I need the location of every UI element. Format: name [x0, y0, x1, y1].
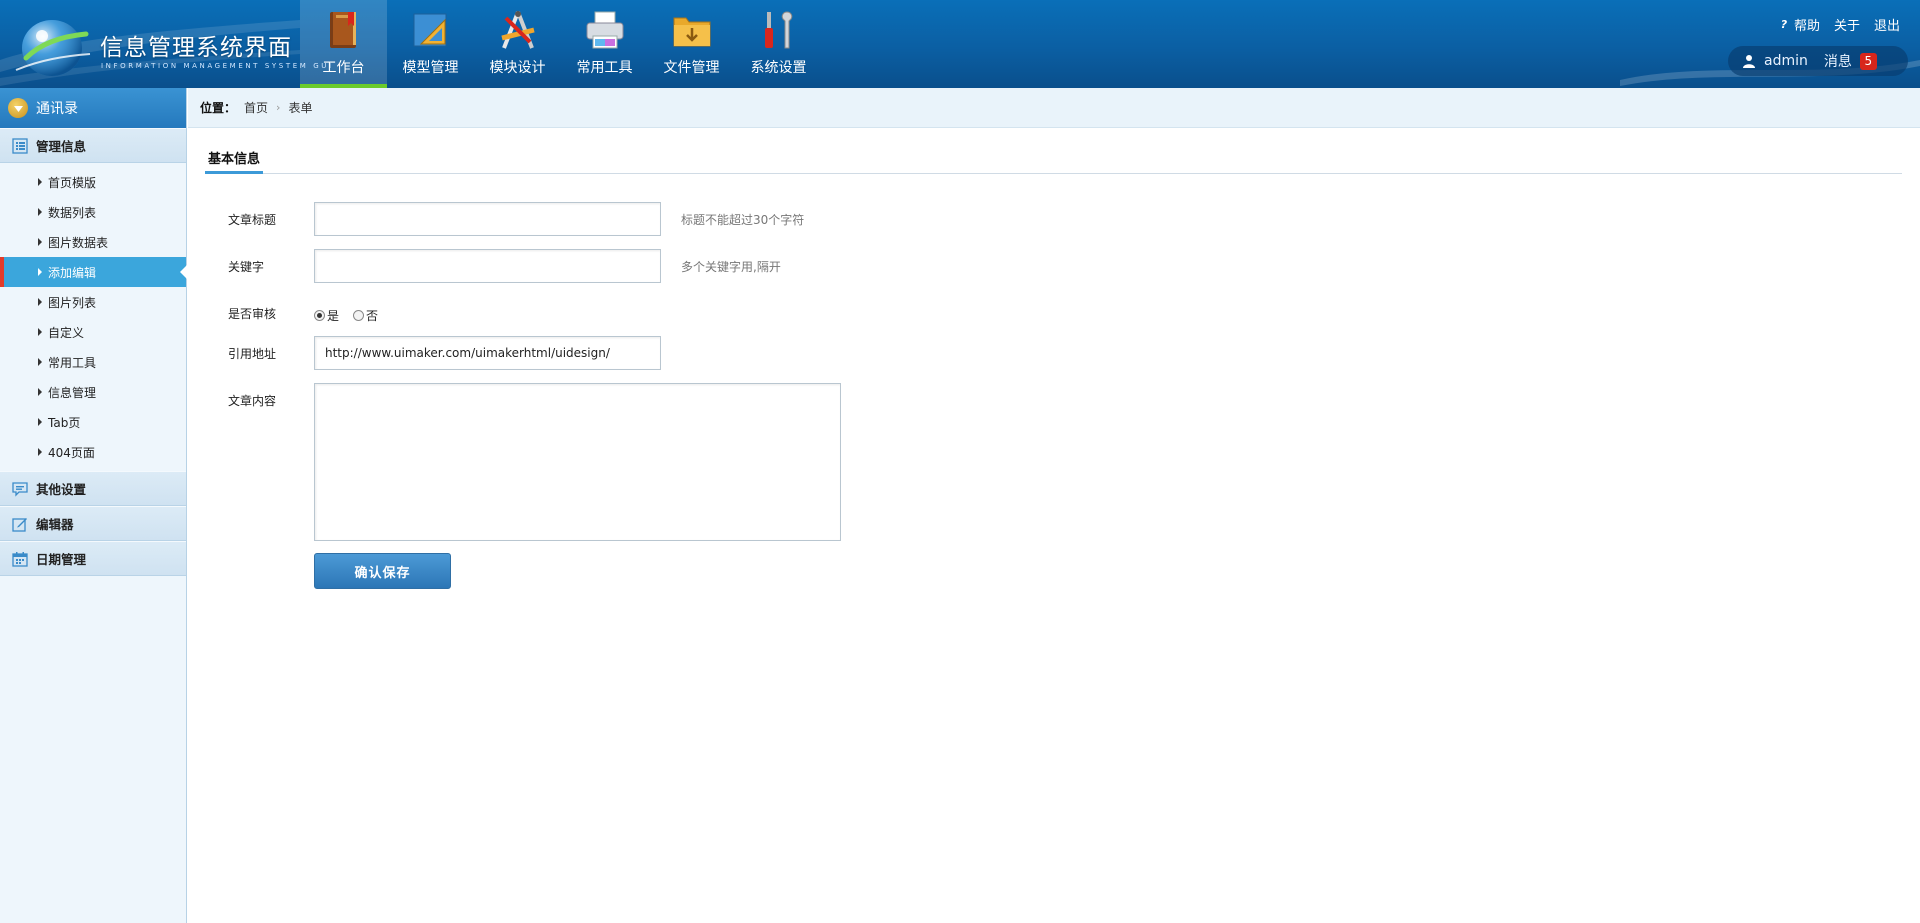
triangle-right-icon — [38, 298, 42, 306]
sidebar-item-common-tools[interactable]: 常用工具 — [0, 347, 186, 377]
title-label: 文章标题 — [228, 213, 277, 227]
tab-basic-info[interactable]: 基本信息 — [205, 138, 264, 174]
app-title: 信息管理系统界面 — [100, 35, 292, 61]
nav-label: 系统设置 — [750, 60, 807, 76]
breadcrumb-separator-icon: › — [276, 101, 281, 114]
user-panel: admin 消息 5 — [1728, 46, 1908, 76]
chat-icon — [12, 481, 28, 497]
app-logo[interactable]: 信息管理系统界面 INFORMATION MANAGEMENT SYSTEM G… — [8, 6, 331, 82]
messages-link[interactable]: 消息 — [1824, 51, 1852, 71]
sidebar-item-home-template[interactable]: 首页模版 — [0, 167, 186, 197]
nav-label: 模型管理 — [402, 60, 459, 76]
keyword-hint: 多个关键字用,隔开 — [681, 260, 781, 274]
calendar-icon — [12, 551, 28, 567]
sidebar-item-info-manage[interactable]: 信息管理 — [0, 377, 186, 407]
sidebar-item-add-edit[interactable]: 添加编辑 — [0, 257, 187, 287]
sidebar-item-custom[interactable]: 自定义 — [0, 317, 186, 347]
user-icon — [1743, 55, 1755, 68]
keyword-label: 关键字 — [228, 260, 265, 274]
triangle-right-icon — [38, 328, 42, 336]
review-yes-label[interactable]: 是 — [327, 307, 339, 324]
printer-icon — [586, 11, 624, 49]
content-label: 文章内容 — [228, 394, 277, 408]
triangle-right-icon — [38, 178, 42, 186]
sidebar-group-label: 编辑器 — [36, 517, 74, 532]
triangle-right-icon — [38, 358, 42, 366]
chevron-down-icon — [8, 98, 28, 118]
nav-common-tools[interactable]: 常用工具 — [561, 0, 648, 88]
list-icon — [12, 137, 28, 154]
review-label: 是否审核 — [228, 307, 277, 321]
sidebar-item-image-data-table[interactable]: 图片数据表 — [0, 227, 186, 257]
book-icon — [330, 12, 356, 48]
url-label: 引用地址 — [228, 347, 277, 361]
panel-tabs: 基本信息 — [205, 138, 1902, 174]
sidebar-item-image-list[interactable]: 图片列表 — [0, 287, 186, 317]
sidebar-group-label: 其他设置 — [36, 482, 87, 497]
drawing-tools-icon — [501, 11, 535, 49]
keyword-input[interactable] — [314, 249, 661, 283]
username[interactable]: admin — [1764, 53, 1808, 69]
triangle-right-icon — [38, 388, 42, 396]
nav-module-design[interactable]: 模块设计 — [474, 0, 561, 88]
sidebar-header[interactable]: 通讯录 — [0, 88, 186, 128]
edit-icon — [12, 517, 27, 532]
message-count-badge[interactable]: 5 — [1859, 52, 1877, 70]
nav-label: 文件管理 — [663, 60, 720, 76]
review-no-radio[interactable] — [353, 310, 365, 321]
top-header: 信息管理系统界面 INFORMATION MANAGEMENT SYSTEM G… — [0, 0, 1920, 88]
content-textarea[interactable] — [314, 383, 841, 541]
sidebar-item-tab-page[interactable]: Tab页 — [0, 407, 186, 437]
nav-label: 常用工具 — [576, 60, 633, 76]
help-icon: ? — [1780, 17, 1788, 31]
review-yes-radio[interactable] — [314, 310, 325, 321]
nav-model-manage[interactable]: 模型管理 — [387, 0, 474, 88]
main-nav: 工作台 模型管理 模块设计 常用工具 文件管理 系统设置 — [300, 0, 822, 88]
sidebar-item-404-page[interactable]: 404页面 — [0, 437, 186, 467]
triangle-right-icon — [38, 448, 42, 456]
triangle-right-icon — [38, 268, 42, 276]
breadcrumb-current: 表单 — [288, 101, 313, 115]
about-link[interactable]: 关于 — [1834, 15, 1860, 34]
logout-link[interactable]: 退出 — [1874, 15, 1900, 34]
save-button[interactable]: 确认保存 — [314, 553, 451, 589]
globe-logo-icon — [15, 20, 91, 76]
sidebar-title: 通讯录 — [36, 101, 78, 117]
nav-label: 工作台 — [322, 60, 365, 76]
sidebar-group-date-manage[interactable]: 日期管理 — [0, 541, 186, 576]
sidebar-item-data-list[interactable]: 数据列表 — [0, 197, 186, 227]
sidebar-group-other-settings[interactable]: 其他设置 — [0, 471, 186, 506]
triangle-right-icon — [38, 208, 42, 216]
folder-icon — [673, 17, 711, 47]
nav-file-manage[interactable]: 文件管理 — [648, 0, 735, 88]
nav-label: 模块设计 — [489, 60, 546, 76]
breadcrumb-label: 位置： — [200, 101, 237, 115]
nav-system-settings[interactable]: 系统设置 — [735, 0, 822, 88]
form-panel: 基本信息 — [205, 138, 1902, 174]
ruler-icon — [413, 13, 447, 47]
nav-workbench[interactable]: 工作台 — [300, 0, 387, 88]
triangle-right-icon — [38, 418, 42, 426]
review-no-label[interactable]: 否 — [366, 307, 378, 324]
tools-icon — [765, 11, 793, 49]
help-link[interactable]: ? 帮助 — [1778, 15, 1820, 34]
title-input[interactable] — [314, 202, 661, 236]
breadcrumb-home[interactable]: 首页 — [244, 99, 268, 116]
sidebar-group-editor[interactable]: 编辑器 — [0, 506, 186, 541]
top-links: ? 帮助 关于 退出 — [1778, 15, 1900, 34]
sidebar-sub-list: 首页模版 数据列表 图片数据表 添加编辑 图片列表 自定义 常用工具 信息管理 … — [0, 163, 187, 471]
triangle-right-icon — [38, 238, 42, 246]
breadcrumb: 位置： 首页 › 表单 — [188, 88, 1920, 128]
title-hint: 标题不能超过30个字符 — [681, 213, 805, 227]
sidebar-group-label: 日期管理 — [36, 552, 87, 567]
app-subtitle: INFORMATION MANAGEMENT SYSTEM GUI — [101, 62, 334, 70]
sidebar-group-manage-info[interactable]: 管理信息 — [0, 128, 186, 163]
url-input[interactable] — [314, 336, 661, 370]
sidebar-group-label: 管理信息 — [36, 139, 87, 154]
review-radio-group: 是 否 — [314, 307, 378, 324]
sidebar: 通讯录 管理信息 首页模版 数据列表 图片数据表 添加编辑 图片列表 自定义 常… — [0, 88, 187, 923]
